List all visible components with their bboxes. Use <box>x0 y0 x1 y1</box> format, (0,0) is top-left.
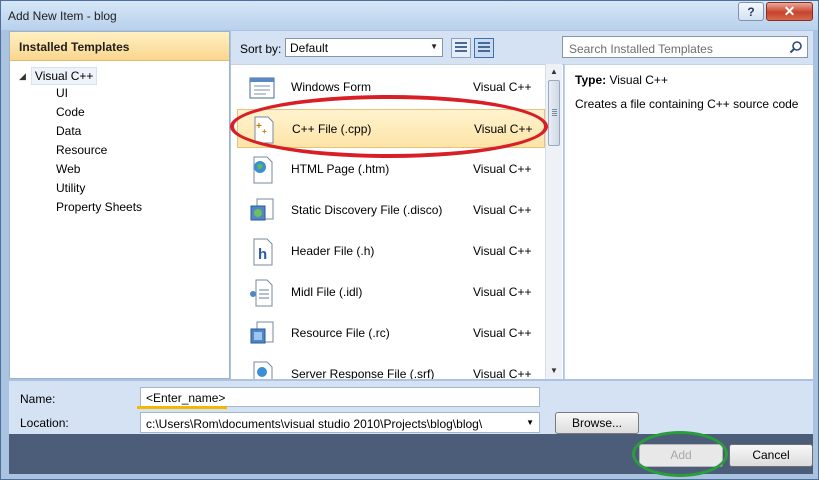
tree-node-property-sheets[interactable]: Property Sheets <box>56 198 142 217</box>
highlight-ellipse-add-button <box>632 431 728 477</box>
template-name: Midl File (.idl) <box>291 285 363 299</box>
type-label: Type: <box>575 73 607 87</box>
svg-text:h: h <box>258 246 267 263</box>
browse-button[interactable]: Browse... <box>555 412 639 434</box>
template-type: Visual C++ <box>473 326 532 340</box>
name-field-value: <Enter_name> <box>146 391 226 405</box>
grid-view-icon <box>455 42 467 54</box>
template-name: Windows Form <box>291 80 372 94</box>
sort-dropdown[interactable]: Default ▼ <box>285 38 443 57</box>
list-view-button[interactable] <box>474 38 494 58</box>
fields-area: Name: <Enter_name> Location: c:\Users\Ro… <box>9 381 813 434</box>
search-placeholder: Search Installed Templates <box>569 42 713 56</box>
description-panel: Type: Visual C++ Creates a file containi… <box>564 64 813 379</box>
cancel-button[interactable]: Cancel <box>729 444 813 467</box>
header-file-icon: h <box>253 238 273 266</box>
form-icon <box>249 77 275 99</box>
disco-file-icon <box>250 198 274 221</box>
dropdown-arrow-icon[interactable]: ▼ <box>526 418 534 427</box>
tree-children: UI Code Data Resource Web Utility Proper… <box>56 84 142 217</box>
scroll-thumb[interactable] <box>548 80 560 146</box>
name-label: Name: <box>20 392 56 406</box>
srf-file-icon <box>253 361 273 379</box>
description-text: Creates a file containing C++ source cod… <box>575 97 799 111</box>
template-list-scrollbar[interactable]: ▲ ▼ <box>545 64 562 379</box>
location-label: Location: <box>20 416 69 430</box>
midl-file-icon <box>250 279 273 307</box>
name-field[interactable]: <Enter_name> <box>140 387 540 407</box>
list-item[interactable]: Resource File (.rc) Visual C++ <box>237 314 545 353</box>
title-bar: Add New Item - blog ? ✕ <box>1 1 818 30</box>
installed-templates-header: Installed Templates <box>10 32 229 61</box>
sort-value: Default <box>290 41 329 55</box>
list-item[interactable]: Midl File (.idl) Visual C++ <box>237 273 545 312</box>
template-type: Visual C++ <box>473 203 532 217</box>
template-name: Header File (.h) <box>291 244 375 258</box>
template-name: Resource File (.rc) <box>291 326 390 340</box>
template-name: Static Discovery File (.disco) <box>291 203 443 217</box>
tree-node-code[interactable]: Code <box>56 103 142 122</box>
installed-templates-panel: Installed Templates ◢ Visual C++ UI Code… <box>9 31 230 379</box>
close-button[interactable]: ✕ <box>766 2 813 21</box>
html-page-icon <box>253 156 273 184</box>
list-item[interactable]: Static Discovery File (.disco) Visual C+… <box>237 191 545 230</box>
highlight-ellipse-cpp-file <box>230 95 548 158</box>
sort-label: Sort by: <box>240 42 282 56</box>
tree-node-visual-cpp[interactable]: ◢ Visual C++ <box>19 67 98 85</box>
template-name: Server Response File (.srf) <box>291 367 435 379</box>
template-name: HTML Page (.htm) <box>291 162 390 176</box>
tree-node-label: Visual C++ <box>30 67 98 85</box>
search-input[interactable]: Search Installed Templates <box>562 36 808 58</box>
location-field[interactable]: c:\Users\Rom\documents\visual studio 201… <box>140 412 540 433</box>
scroll-down-arrow-icon[interactable]: ▼ <box>546 363 562 379</box>
sort-toolbar: Sort by: Default ▼ Search Installed Temp… <box>231 31 813 64</box>
add-new-item-dialog: Add New Item - blog ? ✕ Installed Templa… <box>0 0 819 480</box>
template-type: Visual C++ <box>473 367 532 379</box>
tree-node-utility[interactable]: Utility <box>56 179 142 198</box>
tree-node-data[interactable]: Data <box>56 122 142 141</box>
description-type: Type: Visual C++ <box>575 73 668 87</box>
template-type: Visual C++ <box>473 285 532 299</box>
window-title: Add New Item - blog <box>8 9 117 23</box>
search-icon[interactable] <box>789 40 803 54</box>
tree-node-web[interactable]: Web <box>56 160 142 179</box>
highlight-underline-name <box>137 406 227 409</box>
collapse-arrow-icon[interactable]: ◢ <box>19 71 26 82</box>
help-button[interactable]: ? <box>738 2 764 21</box>
template-type: Visual C++ <box>473 162 532 176</box>
dropdown-arrow-icon: ▼ <box>430 42 438 51</box>
template-type: Visual C++ <box>473 244 532 258</box>
list-item[interactable]: Server Response File (.srf) Visual C++ <box>237 355 545 379</box>
tree-node-resource[interactable]: Resource <box>56 141 142 160</box>
resource-file-icon <box>250 321 274 344</box>
small-icons-view-button[interactable] <box>451 38 471 58</box>
type-value: Visual C++ <box>609 73 668 87</box>
list-view-icon <box>478 42 490 54</box>
location-field-value: c:\Users\Rom\documents\visual studio 201… <box>146 417 483 431</box>
scroll-up-arrow-icon[interactable]: ▲ <box>546 64 562 80</box>
tree-node-ui[interactable]: UI <box>56 84 142 103</box>
list-item[interactable]: h Header File (.h) Visual C++ <box>237 232 545 271</box>
template-type: Visual C++ <box>473 80 532 94</box>
